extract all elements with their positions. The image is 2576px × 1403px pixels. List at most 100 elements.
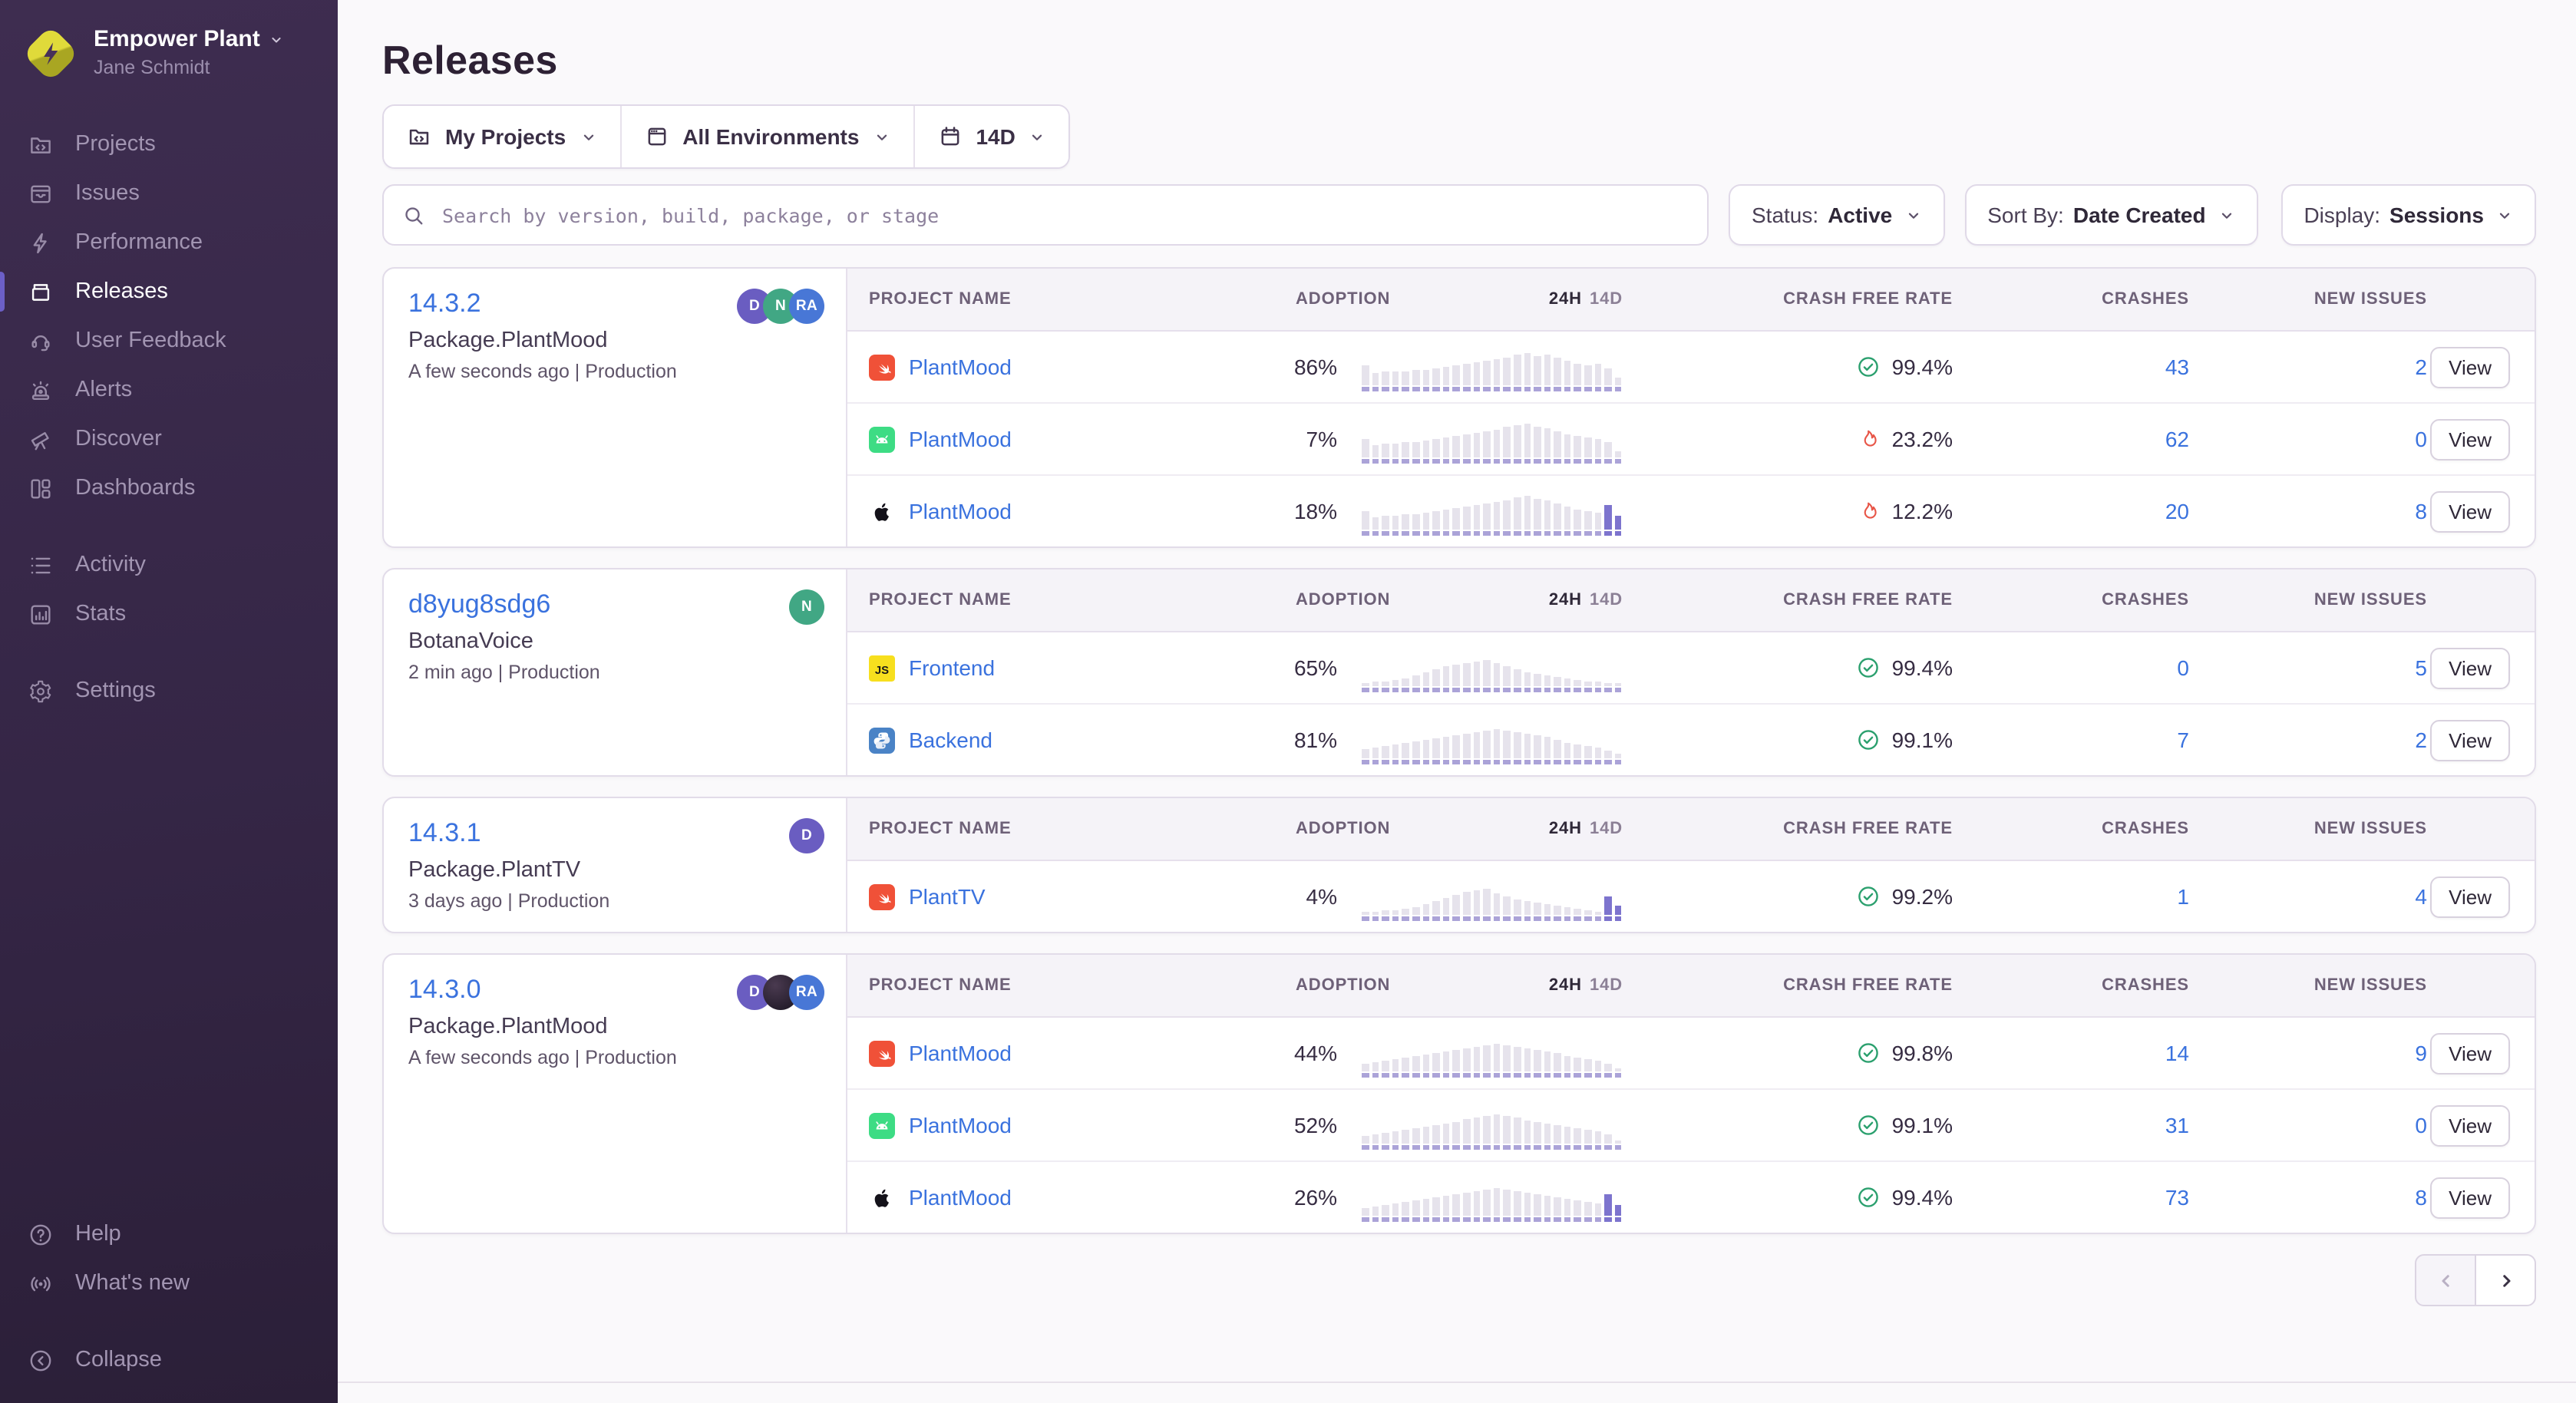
- view-button[interactable]: View: [2430, 418, 2510, 460]
- crashes-link[interactable]: 7: [1953, 728, 2189, 752]
- release-card: 14.3.1 Package.PlantTV 3 days ago | Prod…: [382, 797, 2536, 933]
- sidebar-item-label: Issues: [75, 180, 140, 207]
- user-feedback-icon: [28, 328, 54, 354]
- chevron-right-icon: [2494, 1269, 2517, 1292]
- release-version-link[interactable]: 14.3.2: [408, 289, 481, 319]
- date-range-dropdown[interactable]: 14D: [914, 106, 1068, 167]
- swift-icon: [869, 883, 895, 909]
- view-button[interactable]: View: [2430, 346, 2510, 388]
- view-button[interactable]: View: [2430, 647, 2510, 688]
- android-icon: [869, 1112, 895, 1138]
- pagination-next-button[interactable]: [2475, 1254, 2536, 1306]
- release-version-link[interactable]: d8yug8sdg6: [408, 589, 550, 620]
- crashes-link[interactable]: 1: [1953, 884, 2189, 909]
- project-link[interactable]: PlantMood: [909, 355, 1012, 379]
- sidebar-item-releases[interactable]: Releases: [0, 267, 338, 316]
- release-summary: d8yug8sdg6 BotanaVoice 2 min ago | Produ…: [384, 569, 847, 775]
- new-issues-link[interactable]: 2: [2189, 355, 2427, 379]
- apple-icon: [869, 498, 895, 524]
- crash-free-rate: 23.2%: [1623, 427, 1953, 451]
- crashes-link[interactable]: 62: [1953, 427, 2189, 451]
- apple-icon: [869, 1184, 895, 1210]
- sidebar-item-label: What's new: [75, 1269, 190, 1297]
- sidebar-item-alerts[interactable]: Alerts: [0, 365, 338, 414]
- project-link[interactable]: Backend: [909, 728, 992, 752]
- crashes-link[interactable]: 14: [1953, 1041, 2189, 1065]
- crashes-link[interactable]: 73: [1953, 1185, 2189, 1210]
- project-link[interactable]: PlantMood: [909, 1185, 1012, 1210]
- new-issues-link[interactable]: 2: [2189, 728, 2427, 752]
- new-issues-link[interactable]: 8: [2189, 1185, 2427, 1210]
- folder-code-icon: [407, 124, 431, 149]
- column-header-chart-range[interactable]: 24H14D: [1549, 976, 1623, 995]
- column-header-project: PROJECT NAME: [869, 820, 1245, 838]
- new-issues-link[interactable]: 5: [2189, 655, 2427, 680]
- search-input[interactable]: [439, 202, 1689, 228]
- issues-icon: [28, 180, 54, 206]
- release-card: 14.3.2 Package.PlantMood A few seconds a…: [382, 267, 2536, 548]
- crashes-link[interactable]: 31: [1953, 1113, 2189, 1137]
- view-button[interactable]: View: [2430, 719, 2510, 761]
- sidebar-item-settings[interactable]: Settings: [0, 666, 338, 715]
- new-issues-link[interactable]: 0: [2189, 427, 2427, 451]
- column-header-chart-range[interactable]: 24H14D: [1549, 820, 1623, 838]
- crashes-link[interactable]: 20: [1953, 499, 2189, 523]
- app-root: Empower Plant Jane Schmidt Projects Issu…: [0, 0, 2576, 1403]
- project-link[interactable]: PlantMood: [909, 1041, 1012, 1065]
- column-header-chart-range[interactable]: 24H14D: [1549, 591, 1623, 609]
- project-link[interactable]: Frontend: [909, 655, 995, 680]
- status-dropdown[interactable]: Status: Active: [1729, 184, 1944, 246]
- release-version-link[interactable]: 14.3.1: [408, 818, 481, 849]
- table-header-row: PROJECT NAME ADOPTION 24H14D CRASH FREE …: [847, 955, 2535, 1018]
- column-header-chart-range[interactable]: 24H14D: [1549, 290, 1623, 309]
- sidebar-item-discover[interactable]: Discover: [0, 414, 338, 464]
- sidebar-item-user-feedback[interactable]: User Feedback: [0, 316, 338, 365]
- sidebar-item-activity[interactable]: Activity: [0, 540, 338, 589]
- release-package: Package.PlantTV: [408, 858, 821, 883]
- adoption-value: 81%: [1245, 728, 1337, 752]
- view-button[interactable]: View: [2430, 490, 2510, 532]
- release-version-link[interactable]: 14.3.0: [408, 975, 481, 1005]
- project-filter-dropdown[interactable]: My Projects: [384, 106, 621, 167]
- crashes-link[interactable]: 0: [1953, 655, 2189, 680]
- org-switcher[interactable]: Empower Plant Jane Schmidt: [0, 21, 338, 80]
- sidebar-item-label: Dashboards: [75, 474, 195, 502]
- alerts-icon: [28, 377, 54, 403]
- org-name: Empower Plant: [94, 25, 260, 54]
- sidebar-item-dashboards[interactable]: Dashboards: [0, 464, 338, 513]
- view-button[interactable]: View: [2430, 1104, 2510, 1146]
- sidebar-item-help[interactable]: Help: [0, 1210, 338, 1259]
- new-issues-link[interactable]: 4: [2189, 884, 2427, 909]
- check-circle-icon: [1857, 655, 1881, 680]
- view-button[interactable]: View: [2430, 1032, 2510, 1074]
- display-dropdown[interactable]: Display: Sessions: [2280, 184, 2536, 246]
- project-link[interactable]: PlantTV: [909, 884, 986, 909]
- sidebar-item-stats[interactable]: Stats: [0, 589, 338, 639]
- new-issues-link[interactable]: 9: [2189, 1041, 2427, 1065]
- environment-filter-dropdown[interactable]: All Environments: [621, 106, 914, 167]
- column-header-crash-free: CRASH FREE RATE: [1623, 591, 1953, 609]
- calendar-icon: [937, 124, 962, 149]
- collapse-icon: [28, 1347, 54, 1373]
- sort-by-dropdown[interactable]: Sort By: Date Created: [1964, 184, 2257, 246]
- sidebar-item-whats-new[interactable]: What's new: [0, 1259, 338, 1308]
- project-link[interactable]: PlantMood: [909, 1113, 1012, 1137]
- project-link[interactable]: PlantMood: [909, 499, 1012, 523]
- project-link[interactable]: PlantMood: [909, 427, 1012, 451]
- new-issues-link[interactable]: 8: [2189, 499, 2427, 523]
- sidebar-item-projects[interactable]: Projects: [0, 120, 338, 169]
- table-header-row: PROJECT NAME ADOPTION 24H14D CRASH FREE …: [847, 569, 2535, 632]
- column-header-new-issues: NEW ISSUES: [2189, 290, 2427, 309]
- sidebar-item-collapse[interactable]: Collapse: [0, 1335, 338, 1385]
- project-health-row: JS Frontend 65% 99.4% 0 5 View: [847, 632, 2535, 705]
- column-header-crash-free: CRASH FREE RATE: [1623, 820, 1953, 838]
- whats-new-icon: [28, 1270, 54, 1296]
- new-issues-link[interactable]: 0: [2189, 1113, 2427, 1137]
- check-circle-icon: [1857, 355, 1881, 379]
- sidebar-item-issues[interactable]: Issues: [0, 169, 338, 218]
- crashes-link[interactable]: 43: [1953, 355, 2189, 379]
- pagination-prev-button[interactable]: [2415, 1254, 2476, 1306]
- view-button[interactable]: View: [2430, 876, 2510, 917]
- sidebar-item-performance[interactable]: Performance: [0, 218, 338, 267]
- view-button[interactable]: View: [2430, 1177, 2510, 1218]
